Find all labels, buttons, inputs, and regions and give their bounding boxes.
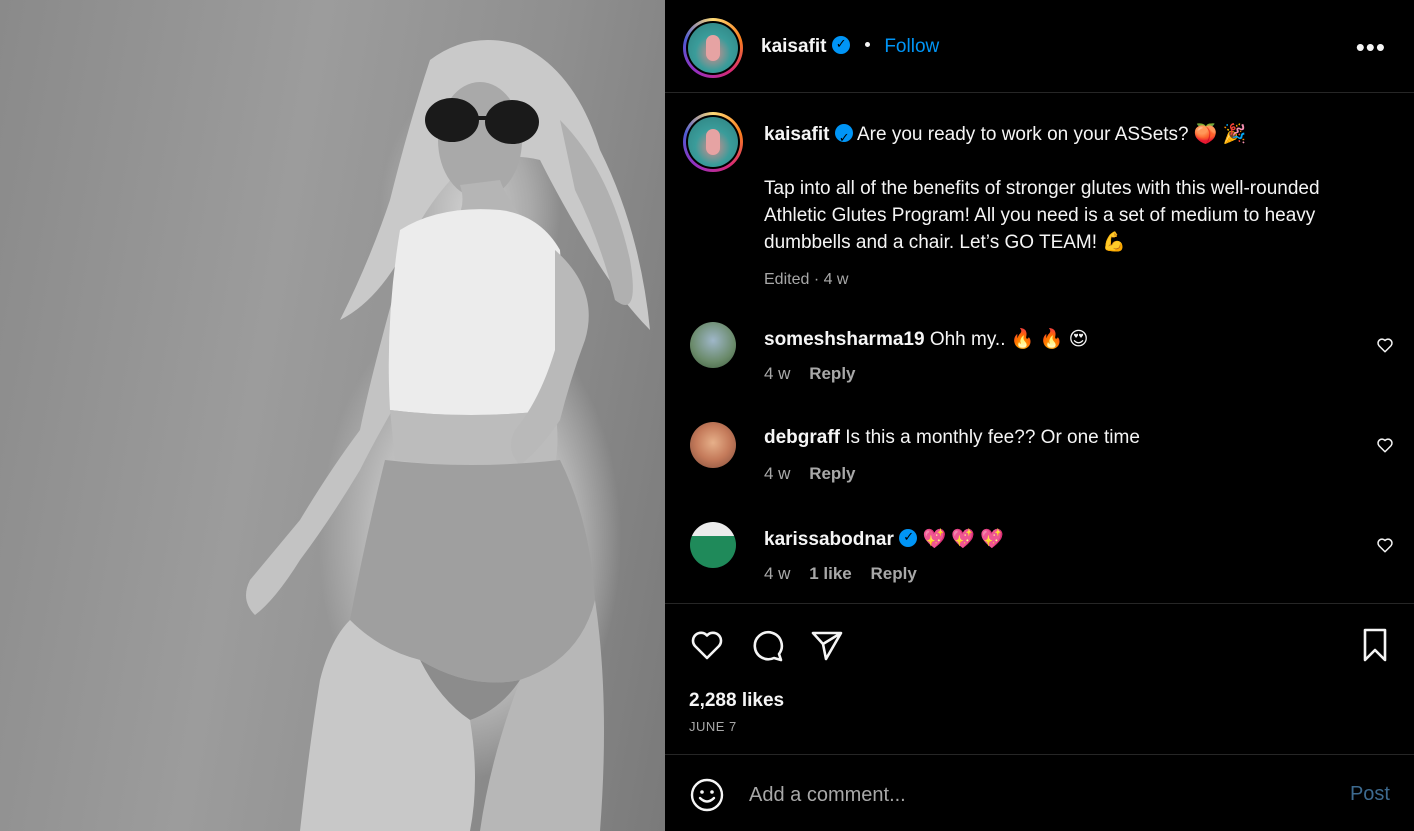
verified-badge-icon (831, 36, 850, 54)
bookmark-icon[interactable] (1357, 627, 1393, 663)
comment-username[interactable]: someshsharma19 (764, 329, 925, 350)
post-photo[interactable] (0, 0, 665, 831)
caption-avatar[interactable] (683, 112, 743, 172)
comment-username[interactable]: karissabodnar (764, 529, 894, 550)
caption-username[interactable]: kaisafit (764, 124, 829, 145)
commenter-avatar[interactable] (690, 422, 736, 468)
comment-bubble-icon[interactable] (749, 627, 785, 663)
avatar-image (688, 117, 738, 167)
comment-likes-count[interactable]: 1 like (809, 564, 852, 583)
dot-separator (865, 42, 871, 48)
post-photo-illustration (246, 40, 650, 831)
reply-button[interactable]: Reply (809, 464, 855, 483)
smiley-icon[interactable] (689, 777, 725, 813)
comment-time: 4 w (764, 364, 791, 383)
post-header: kaisafit Follow ••• (665, 0, 1414, 93)
comment-text: 💖 💖 💖 (922, 529, 1004, 550)
author-line: kaisafit Follow (761, 36, 939, 58)
comment-item: debgraff Is this a monthly fee?? Or one … (665, 422, 1414, 502)
caption-body: kaisafit Are you ready to work on your A… (764, 121, 1354, 293)
more-options-icon[interactable]: ••• (1356, 34, 1386, 60)
comment-like-heart-icon[interactable] (1376, 336, 1394, 354)
comment-item: karissabodnar 💖 💖 💖 4 w 1 like Reply (665, 522, 1414, 602)
follow-button[interactable]: Follow (884, 36, 939, 57)
post-comment-button[interactable]: Post (1350, 783, 1390, 806)
paper-plane-icon[interactable] (809, 627, 845, 663)
reply-button[interactable]: Reply (870, 564, 916, 583)
comment-time: 4 w (764, 464, 791, 483)
comment-like-heart-icon[interactable] (1376, 436, 1394, 454)
author-avatar[interactable] (683, 18, 743, 78)
comment-time: 4 w (764, 564, 791, 583)
comments-list[interactable]: kaisafit Are you ready to work on your A… (665, 93, 1414, 604)
author-username[interactable]: kaisafit (761, 36, 826, 57)
comment-input[interactable] (749, 778, 1309, 812)
commenter-avatar[interactable] (690, 322, 736, 368)
post-date[interactable]: JUNE 7 (689, 719, 737, 734)
verified-badge-icon (834, 124, 853, 151)
comment-text: Is this a monthly fee?? Or one time (845, 427, 1140, 448)
reply-button[interactable]: Reply (809, 364, 855, 383)
caption-first-line: Are you ready to work on your ASSets? 🍑 … (857, 124, 1247, 145)
post-detail-panel: kaisafit Follow ••• kaisafit Are you rea… (665, 0, 1414, 831)
like-heart-icon[interactable] (689, 627, 725, 663)
comment-text: Ohh my.. 🔥 🔥 😍 (929, 329, 1089, 350)
avatar-image (688, 23, 738, 73)
post-actions: 2,288 likes JUNE 7 (665, 605, 1414, 755)
add-comment-bar: Post (665, 756, 1414, 831)
comment-like-heart-icon[interactable] (1376, 536, 1394, 554)
commenter-avatar[interactable] (690, 522, 736, 568)
verified-badge-icon (899, 529, 918, 547)
caption-meta: Edited · 4 w (764, 271, 849, 288)
likes-count[interactable]: 2,288 likes (689, 690, 784, 712)
caption-text: Tap into all of the benefits of stronger… (764, 178, 1320, 253)
comment-item: someshsharma19 Ohh my.. 🔥 🔥 😍 4 w Reply (665, 322, 1414, 402)
comment-username[interactable]: debgraff (764, 427, 840, 448)
